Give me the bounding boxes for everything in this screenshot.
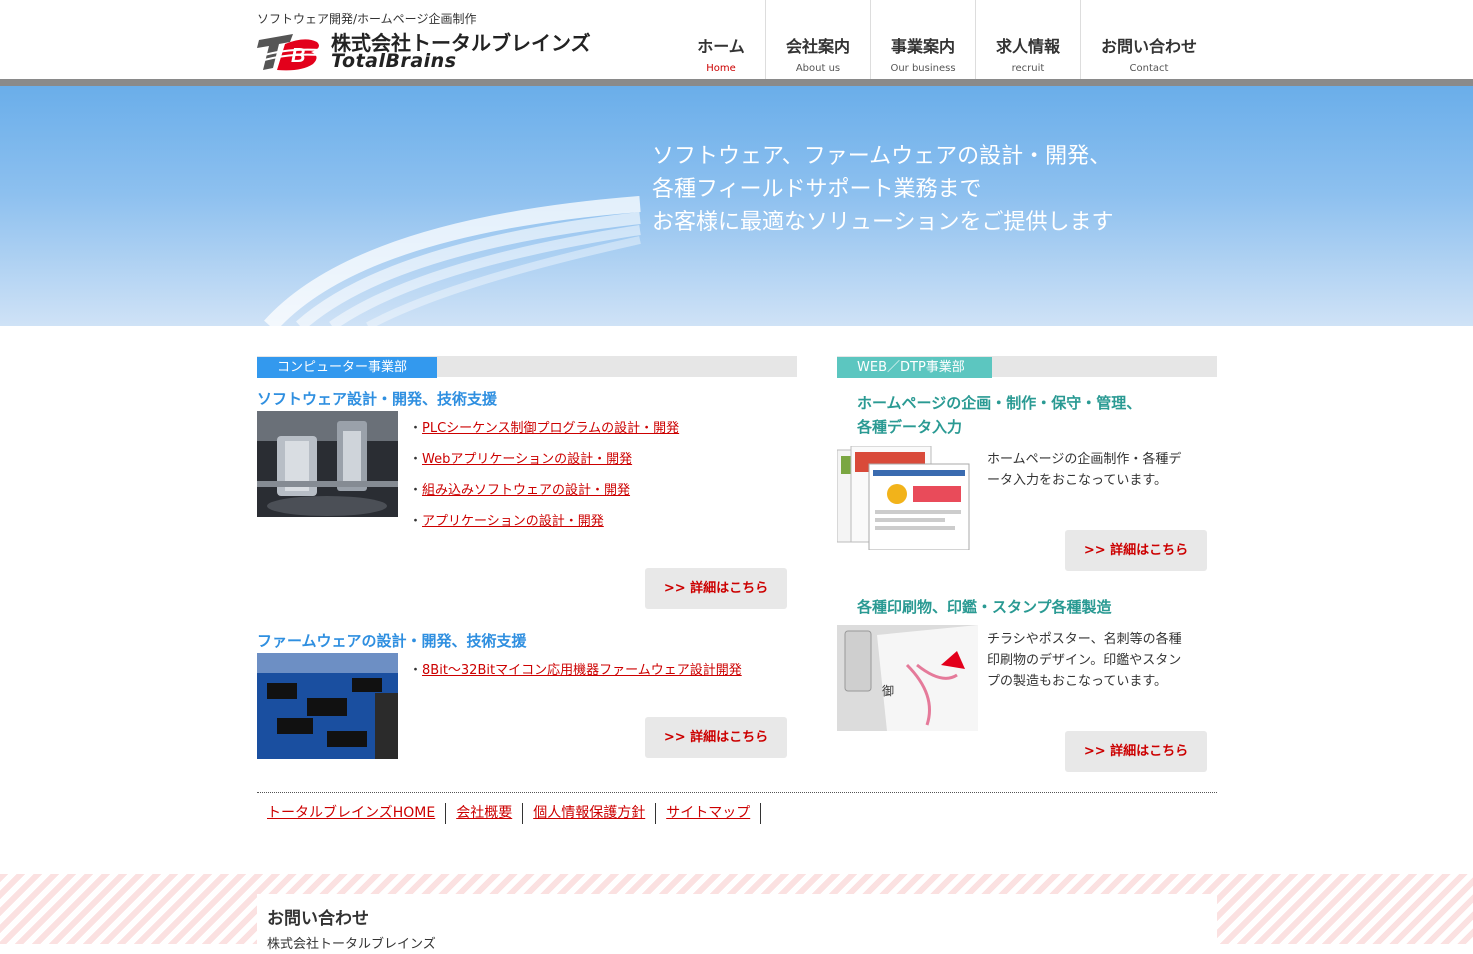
hero-message: ソフトウェア、ファームウェアの設計・開発、 各種フィールドサポート業務まで お客… <box>652 140 1114 239</box>
nav-business-sub: Our business <box>890 63 956 74</box>
hero-line-2: 各種フィールドサポート業務まで <box>652 177 982 202</box>
nav-recruit-sub: recruit <box>1011 63 1045 74</box>
nav-contact[interactable]: お問い合わせ Contact <box>1081 0 1217 86</box>
site-header: ソフトウェア開発/ホームページ企画制作 B 株式会社トータルブレインズ Tota… <box>0 0 1473 86</box>
nav-business-label: 事業案内 <box>890 37 955 56</box>
header-divider <box>0 79 1473 86</box>
contact-box: お問い合わせ 株式会社トータルブレインズ <box>257 894 1217 954</box>
homepage-heading-line-1: ホームページの企画・制作・保守・管理、 <box>857 394 1142 412</box>
firmware-list: 8Bit～32Bitマイコン応用機器ファームウェア設計開発 <box>409 659 742 690</box>
nav-home-label: ホーム <box>697 37 745 56</box>
nav-contact-label: お問い合わせ <box>1100 37 1197 56</box>
footer-link-privacy[interactable]: 個人情報保護方針 <box>523 803 657 824</box>
totalbrains-logo-icon[interactable]: B <box>257 30 323 72</box>
svg-text:B: B <box>291 45 305 67</box>
firmware-detail-button[interactable]: >> 詳細はこちら <box>645 717 787 758</box>
contact-company: 株式会社トータルブレインズ <box>267 937 436 952</box>
web-section-label: WEB／DTP事業部 <box>837 357 992 378</box>
software-link-2[interactable]: Webアプリケーションの設計・開発 <box>422 452 632 467</box>
nav-recruit-label: 求人情報 <box>995 37 1060 56</box>
homepage-heading-line-2: 各種データ入力 <box>857 418 963 436</box>
software-detail-button[interactable]: >> 詳細はこちら <box>645 568 787 609</box>
print-desc-line-3: プの製造もおこなっています。 <box>987 674 1168 689</box>
nav-contact-sub: Contact <box>1129 63 1169 74</box>
print-desc-line-1: チラシやポスター、名刺等の各種 <box>987 632 1182 647</box>
hero-banner: ソフトウェア、ファームウェアの設計・開発、 各種フィールドサポート業務まで お客… <box>0 86 1473 326</box>
nav-business[interactable]: 事業案内 Our business <box>871 0 976 86</box>
hero-line-3: お客様に最適なソリューションをご提供します <box>652 210 1114 235</box>
list-item: 8Bit～32Bitマイコン応用機器ファームウェア設計開発 <box>409 659 742 690</box>
list-item: Webアプリケーションの設計・開発 <box>409 448 679 479</box>
print-desc-line-2: 印刷物のデザイン。印鑑やスタン <box>987 653 1182 668</box>
brand-name: TotalBrains <box>331 50 457 72</box>
nav-recruit[interactable]: 求人情報 recruit <box>976 0 1081 86</box>
hero-line-1: ソフトウェア、ファームウェアの設計・開発、 <box>652 144 1112 169</box>
print-heading: 各種印刷物、印鑑・スタンプ各種製造 <box>857 598 1112 616</box>
homepage-heading: ホームページの企画・制作・保守・管理、 各種データ入力 <box>857 391 1141 439</box>
nav-home[interactable]: ホーム Home <box>677 0 766 86</box>
print-description: チラシやポスター、名刺等の各種 印刷物のデザイン。印鑑やスタン プの製造もおこな… <box>987 629 1182 692</box>
nav-about-label: 会社案内 <box>785 37 850 56</box>
firmware-heading: ファームウェアの設計・開発、技術支援 <box>257 632 527 650</box>
computer-section-header: コンピューター事業部 <box>257 356 797 378</box>
firmware-link-1[interactable]: 8Bit～32Bitマイコン応用機器ファームウェア設計開発 <box>422 663 742 678</box>
software-link-4[interactable]: アプリケーションの設計・開発 <box>422 514 604 529</box>
software-link-3[interactable]: 組み込みソフトウェアの設計・開発 <box>422 483 630 498</box>
computer-section-label: コンピューター事業部 <box>257 357 437 378</box>
contact-title: お問い合わせ <box>267 909 369 929</box>
footer-nav: トータルブレインズHOME 会社概要 個人情報保護方針 サイトマップ <box>257 792 1217 824</box>
homepage-desc-line-2: ータ入力をおこなっています。 <box>987 473 1168 488</box>
nav-about[interactable]: 会社案内 About us <box>766 0 871 86</box>
software-list: PLCシーケンス制御プログラムの設計・開発 Webアプリケーションの設計・開発 … <box>409 417 679 541</box>
svg-text:御: 御 <box>882 683 894 698</box>
homepage-desc-line-1: ホームページの企画制作・各種デ <box>987 452 1182 467</box>
list-item: PLCシーケンス制御プログラムの設計・開発 <box>409 417 679 448</box>
homepage-description: ホームページの企画制作・各種デ ータ入力をおこなっています。 <box>987 449 1181 491</box>
footer-link-home[interactable]: トータルブレインズHOME <box>257 803 447 824</box>
software-heading: ソフトウェア設計・開発、技術支援 <box>257 390 498 408</box>
software-link-1[interactable]: PLCシーケンス制御プログラムの設計・開発 <box>422 421 679 436</box>
circuit-board-photo <box>257 653 398 759</box>
contact-section: お問い合わせ 株式会社トータルブレインズ <box>0 874 1473 954</box>
website-screenshots-image <box>837 446 970 550</box>
web-section-header: WEB／DTP事業部 <box>837 356 1217 378</box>
site-tagline: ソフトウェア開発/ホームページ企画制作 <box>257 12 477 26</box>
machine-photo <box>257 411 398 517</box>
list-item: 組み込みソフトウェアの設計・開発 <box>409 479 679 510</box>
main-nav: ホーム Home 会社案内 About us 事業案内 Our business… <box>677 0 1217 86</box>
homepage-detail-button[interactable]: >> 詳細はこちら <box>1065 530 1207 571</box>
nav-about-sub: About us <box>795 63 841 74</box>
print-detail-button[interactable]: >> 詳細はこちら <box>1065 731 1207 772</box>
nav-home-sub: Home <box>706 63 736 74</box>
list-item: アプリケーションの設計・開発 <box>409 510 679 541</box>
footer-link-company[interactable]: 会社概要 <box>446 803 524 824</box>
footer-link-sitemap[interactable]: サイトマップ <box>656 803 762 824</box>
stamp-print-photo: 御 <box>837 625 978 731</box>
